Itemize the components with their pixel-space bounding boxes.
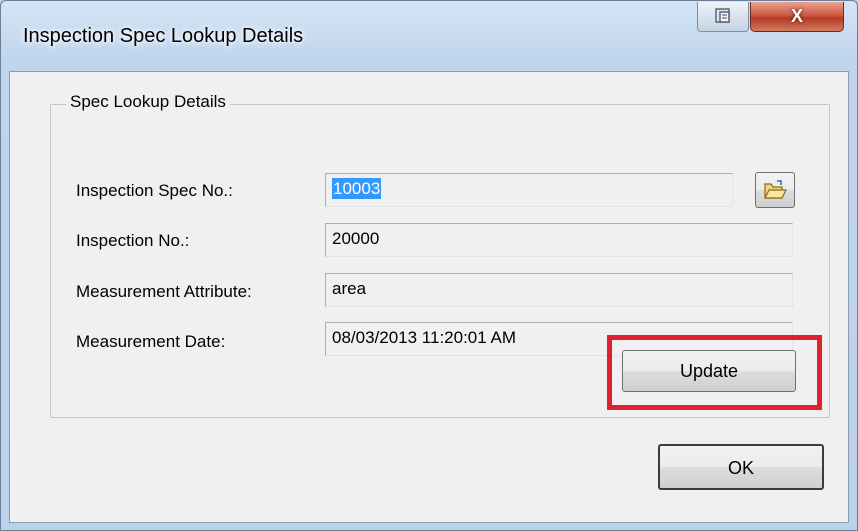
close-button[interactable]: X — [750, 2, 844, 32]
context-help-icon — [715, 8, 730, 23]
measurement-attribute-label: Measurement Attribute: — [76, 282, 252, 301]
update-button[interactable]: Update — [622, 350, 796, 392]
measurement-attribute-value: area — [332, 279, 367, 298]
browse-button[interactable] — [755, 172, 795, 208]
dialog-window: Inspection Spec Lookup Details X Spec Lo… — [0, 0, 858, 531]
open-folder-icon — [764, 180, 787, 199]
dialog-client-area: Spec Lookup Details Inspection Spec No.:… — [9, 71, 849, 523]
window-title: Inspection Spec Lookup Details — [23, 25, 304, 47]
spec-no-label: Inspection Spec No.: — [76, 181, 233, 200]
ok-button[interactable]: OK — [658, 444, 824, 490]
measurement-attribute-field[interactable]: area — [325, 273, 793, 307]
inspection-no-label: Inspection No.: — [76, 231, 190, 250]
spec-no-field[interactable]: 10003 — [325, 173, 733, 207]
measurement-date-value: 08/03/2013 11:20:01 AM — [332, 328, 517, 347]
help-button[interactable] — [697, 2, 749, 32]
inspection-no-value: 20000 — [332, 229, 380, 248]
measurement-date-label: Measurement Date: — [76, 332, 226, 351]
groupbox-title: Spec Lookup Details — [66, 92, 230, 112]
close-icon: X — [790, 6, 803, 26]
inspection-no-field[interactable]: 20000 — [325, 223, 793, 257]
title-bar[interactable]: Inspection Spec Lookup Details X — [1, 1, 857, 71]
spec-no-value: 10003 — [332, 178, 382, 199]
